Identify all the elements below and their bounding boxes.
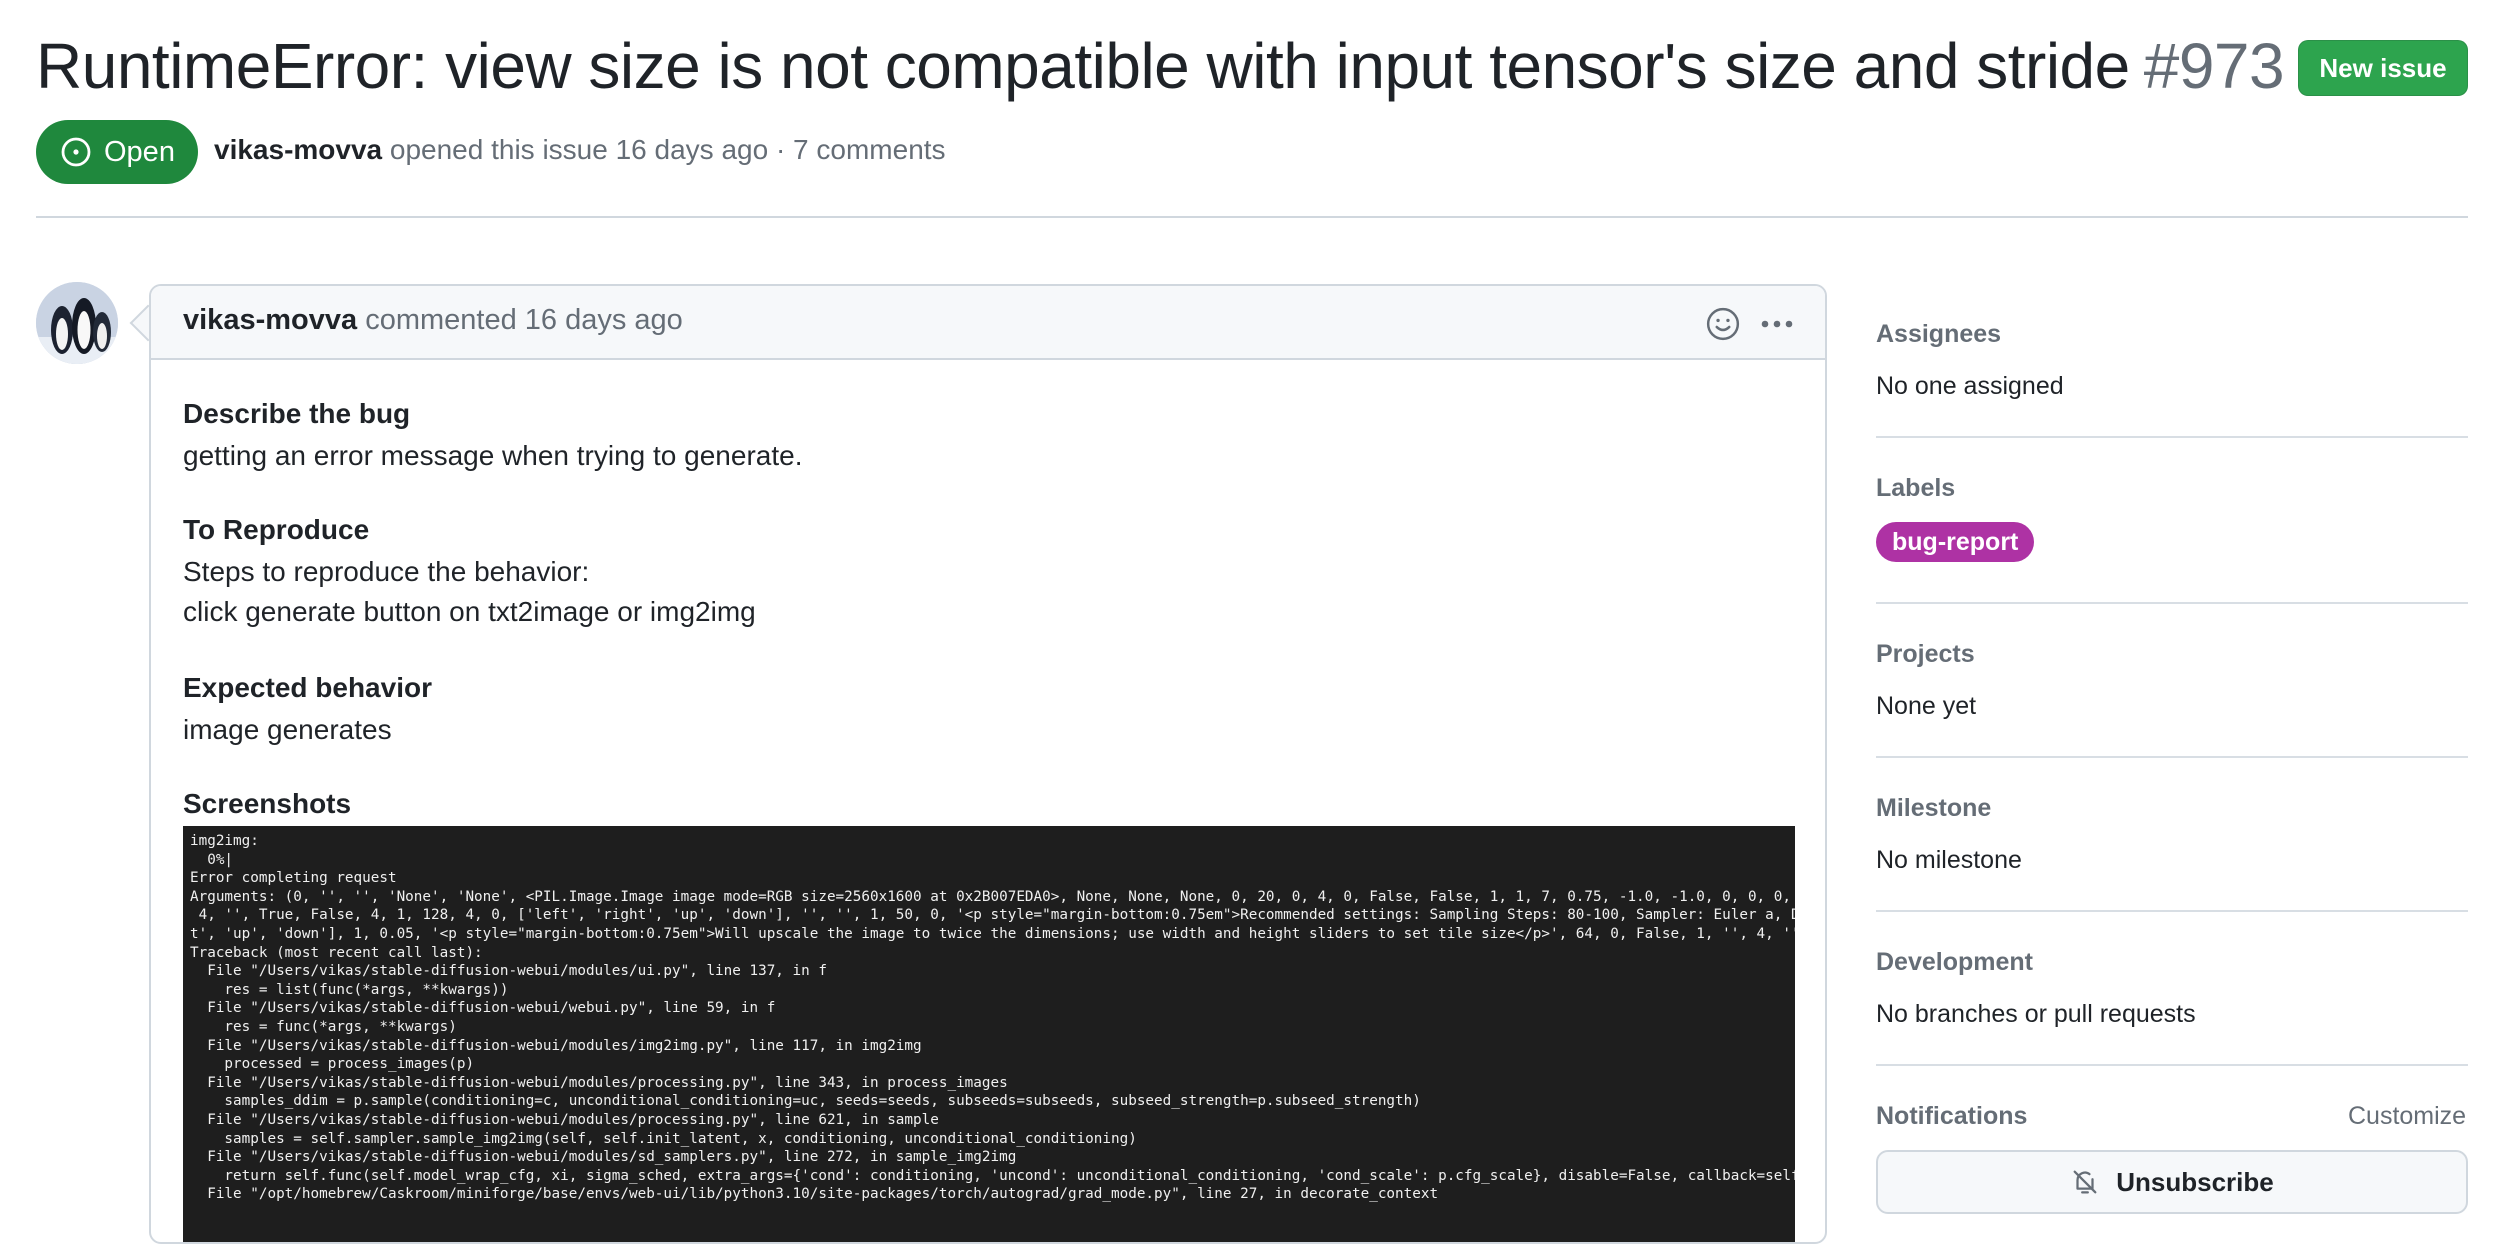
labels-heading[interactable]: Labels xyxy=(1876,474,1955,503)
projects-value: None yet xyxy=(1876,692,1977,720)
expected-text: image generates xyxy=(183,714,392,745)
screenshots-heading: Screenshots xyxy=(183,788,352,819)
development-value: No branches or pull requests xyxy=(1876,1000,2196,1028)
issue-opened-icon xyxy=(61,137,91,167)
bug-text: getting an error message when trying to … xyxy=(183,440,803,471)
sidebar-divider xyxy=(1876,756,2468,758)
customize-link[interactable]: Customize xyxy=(2348,1102,2466,1131)
sidebar-divider xyxy=(1876,602,2468,604)
bug-heading: Describe the bug xyxy=(183,398,411,429)
avatar[interactable] xyxy=(36,282,118,364)
issue-title-text: RuntimeError: view size is not compatibl… xyxy=(36,30,2130,102)
unsubscribe-button[interactable]: Unsubscribe xyxy=(1876,1150,2468,1214)
bell-slash-icon xyxy=(2073,1170,2097,1194)
issue-title: RuntimeError: view size is not compatibl… xyxy=(36,22,2285,110)
header-divider xyxy=(36,216,2468,218)
sidebar-divider xyxy=(1876,436,2468,438)
projects-heading[interactable]: Projects xyxy=(1876,640,1975,669)
comment-header: vikas-movva commented 16 days ago xyxy=(151,286,1825,360)
issue-author-link[interactable]: vikas-movva xyxy=(214,134,382,165)
comment-timestamp[interactable]: commented 16 days ago xyxy=(365,304,683,336)
repro-line-2: click generate button on txt2image or im… xyxy=(183,596,756,627)
unsubscribe-label: Unsubscribe xyxy=(2116,1166,2274,1197)
issue-opened-text: opened this issue 16 days ago · 7 commen… xyxy=(389,134,946,165)
milestone-value: No milestone xyxy=(1876,846,2022,874)
smiley-icon xyxy=(1706,307,1740,341)
screenshot-log-text: img2img: 0%| Error completing request Ar… xyxy=(190,833,1795,1203)
issue-number: #973 xyxy=(2143,30,2285,102)
label-bug-report[interactable]: bug-report xyxy=(1876,522,2035,562)
add-reaction-button[interactable] xyxy=(1705,306,1741,342)
issue-meta: vikas-movva opened this issue 16 days ag… xyxy=(214,134,946,166)
comment-options-button[interactable] xyxy=(1757,308,1797,340)
new-issue-button[interactable]: New issue xyxy=(2298,40,2468,96)
repro-heading: To Reproduce xyxy=(183,514,370,545)
development-heading[interactable]: Development xyxy=(1876,948,2033,977)
kebab-horizontal-icon xyxy=(1761,320,1793,328)
repro-line-1: Steps to reproduce the behavior: xyxy=(183,556,590,587)
assignees-value: No one assigned xyxy=(1876,372,2064,400)
expected-heading: Expected behavior xyxy=(183,672,432,703)
notifications-heading: Notifications xyxy=(1876,1102,2028,1130)
status-badge: Open xyxy=(36,120,198,184)
status-text: Open xyxy=(104,135,175,168)
sidebar-divider xyxy=(1876,1064,2468,1066)
screenshot-image[interactable]: img2img: 0%| Error completing request Ar… xyxy=(183,826,1795,1242)
assignees-heading[interactable]: Assignees xyxy=(1876,320,2001,349)
comment-box: vikas-movva commented 16 days ago Descri… xyxy=(149,284,1827,1244)
comment-author-line: vikas-movva commented 16 days ago xyxy=(183,304,683,337)
milestone-heading[interactable]: Milestone xyxy=(1876,794,1991,823)
sidebar-divider xyxy=(1876,910,2468,912)
comment-author-link[interactable]: vikas-movva xyxy=(183,304,357,336)
